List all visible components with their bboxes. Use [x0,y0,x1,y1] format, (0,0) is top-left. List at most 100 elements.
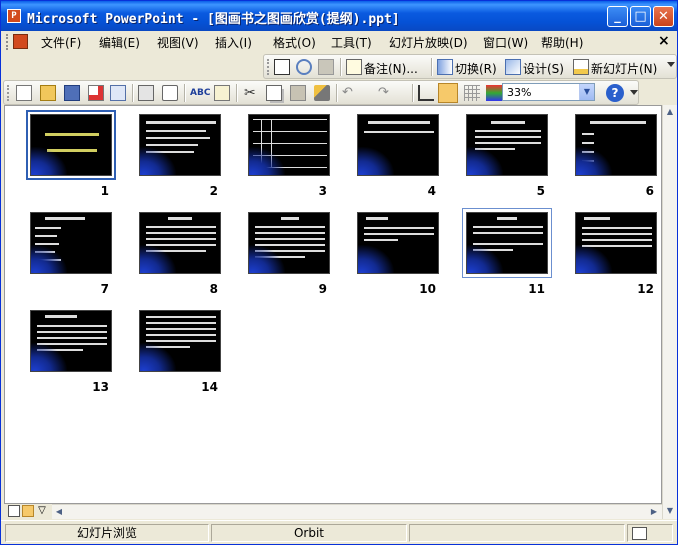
spelling-status-icon[interactable] [632,527,647,540]
slide-text-line [35,227,61,229]
cut-icon[interactable]: ✂ [244,85,260,101]
design-button[interactable]: 设计(S) [523,60,564,77]
slide-number: 14 [201,380,218,394]
slide-thumbnail[interactable] [139,310,221,372]
format-painter-icon[interactable] [314,85,330,101]
transition-button[interactable]: 切换(R) [455,60,497,77]
slide-text-line [475,142,541,144]
slide-title-line [45,133,99,136]
title-bar[interactable]: P Microsoft PowerPoint - [图画书之图画欣赏(提纲).p… [1,1,677,31]
toolbar-options-icon[interactable] [667,62,675,67]
help-icon[interactable]: ? [606,84,624,102]
horizontal-scrollbar[interactable]: ◀ ▶ [52,504,662,519]
slide-title-line [281,217,299,220]
slide-text-line [255,244,325,246]
expand-all-icon[interactable] [418,85,434,101]
new-slide-icon[interactable] [573,59,589,75]
new-document-icon[interactable] [16,85,32,101]
slide-thumbnail[interactable] [139,212,221,274]
slide-sorter-canvas[interactable]: 1 2 3 4 5 6 7 8 9 10 11 12 13 14 [4,105,662,504]
menu-view[interactable]: 视图(V) [157,34,199,51]
menu-slideshow[interactable]: 幻灯片放映(D) [389,34,468,51]
slide-text-line [582,160,594,162]
slide-thumbnail[interactable] [357,212,439,274]
menu-edit[interactable]: 编辑(E) [99,34,140,51]
vertical-scrollbar[interactable]: ▲ ▼ [662,105,677,519]
research-icon[interactable] [214,85,230,101]
menu-grip[interactable] [6,34,12,50]
scroll-up-icon[interactable]: ▲ [663,105,677,119]
toolbar-grip[interactable] [267,59,272,75]
slide-text-line [582,245,652,247]
scroll-down-icon[interactable]: ▼ [663,504,677,518]
summary-slide-icon[interactable] [318,59,334,75]
notes-icon[interactable] [346,59,362,75]
slide-text-line [582,239,652,241]
slide-table-line [253,143,327,144]
slide-thumbnail[interactable] [466,114,548,176]
notes-button[interactable]: 备注(N)... [364,60,418,77]
save-icon[interactable] [64,85,80,101]
transition-icon[interactable] [437,59,453,75]
copy-icon[interactable] [266,85,282,101]
minimize-button[interactable]: _ [607,6,628,27]
scroll-left-icon[interactable]: ◀ [52,505,66,519]
powerpoint-icon[interactable]: P [7,9,21,23]
slide-text-line [146,226,216,228]
toolbar-options-icon[interactable] [630,90,638,95]
slide-text-line [364,227,434,229]
slide-thumbnail[interactable] [575,114,657,176]
slide-thumbnail[interactable] [139,114,221,176]
slide-thumbnail[interactable] [466,212,548,274]
slide-number: 1 [100,184,109,198]
slide-thumbnail[interactable] [248,212,330,274]
close-button[interactable]: ✕ [653,6,674,27]
slide-title-line [491,121,525,124]
color-grayscale-icon[interactable] [486,85,502,101]
redo-icon[interactable]: ↷ [378,85,394,101]
show-formatting-icon[interactable] [438,83,458,103]
slide-number: 5 [536,184,545,198]
spelling-icon[interactable]: ABC [190,85,210,101]
open-icon[interactable] [40,85,56,101]
document-icon[interactable] [13,34,28,49]
slide-number: 13 [92,380,109,394]
toolbar-grip[interactable] [7,85,12,101]
slide-thumbnail[interactable] [575,212,657,274]
slide-sorter-view-icon[interactable] [22,505,34,517]
menu-help[interactable]: 帮助(H) [541,34,583,51]
scroll-right-icon[interactable]: ▶ [647,505,661,519]
undo-icon[interactable]: ↶ [342,85,358,101]
slide-text-line [582,151,594,153]
menu-insert[interactable]: 插入(I) [215,34,252,51]
menu-file[interactable]: 文件(F) [41,34,81,51]
new-slide-button[interactable]: 新幻灯片(N) [591,60,657,77]
normal-view-icon[interactable] [8,505,20,517]
slide-thumbnail[interactable] [30,212,112,274]
maximize-button[interactable]: □ [630,6,651,27]
print-preview-icon[interactable] [162,85,178,101]
print-icon[interactable] [138,85,154,101]
zoom-select[interactable]: 33% ▼ [502,83,595,101]
hide-slide-icon[interactable] [274,59,290,75]
slide-thumbnail[interactable] [248,114,330,176]
menu-window[interactable]: 窗口(W) [483,34,528,51]
slide-text-line [364,233,434,235]
grid-icon[interactable] [464,85,480,101]
design-icon[interactable] [505,59,521,75]
slideshow-view-icon[interactable]: ▽ [36,505,48,517]
chevron-down-icon[interactable]: ▼ [579,84,594,100]
menu-tools[interactable]: 工具(T) [331,34,372,51]
slide-number: 7 [100,282,109,296]
slide-text-line [364,131,434,133]
rehearse-timings-icon[interactable] [296,59,312,75]
slide-thumbnail[interactable] [30,114,112,176]
slide-thumbnail[interactable] [30,310,112,372]
slide-thumbnail[interactable] [357,114,439,176]
email-icon[interactable] [110,85,126,101]
permission-icon[interactable] [88,85,104,101]
document-close-icon[interactable]: × [658,33,670,49]
menu-format[interactable]: 格式(O) [273,34,316,51]
slide-text-line [146,316,216,318]
paste-icon[interactable] [290,85,306,101]
